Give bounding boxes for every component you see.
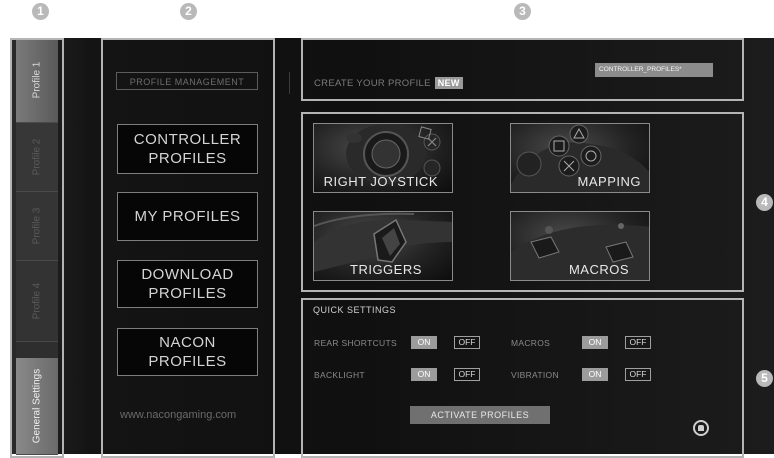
right-joystick-label: RIGHT JOYSTICK — [323, 174, 438, 189]
callout-3: 3 — [514, 3, 531, 20]
callout-4: 4 — [756, 194, 773, 211]
controller-profiles-button[interactable]: CONTROLLER PROFILES — [117, 124, 258, 174]
download-profiles-button[interactable]: DOWNLOAD PROFILES — [117, 260, 258, 308]
header-divider — [289, 72, 290, 94]
nacon-profiles-line1: NACON — [159, 334, 216, 351]
section-1-frame — [10, 38, 64, 458]
my-profiles-line1: MY PROFILES — [134, 208, 241, 225]
new-badge[interactable]: NEW — [434, 77, 463, 89]
mapping-tile[interactable]: MAPPING — [510, 123, 650, 193]
macros-label: MACROS — [568, 262, 629, 277]
home-icon[interactable] — [693, 420, 709, 436]
vibration-label: VIBRATION — [511, 370, 559, 380]
activate-profiles-button[interactable]: ACTIVATE PROFILES — [410, 406, 550, 424]
controller-profiles-line1: CONTROLLER — [133, 131, 242, 148]
my-profiles-button[interactable]: MY PROFILES — [117, 192, 258, 241]
download-profiles-line2: PROFILES — [148, 285, 227, 302]
quick-settings-title: QUICK SETTINGS — [313, 305, 397, 315]
nacon-profiles-button[interactable]: NACON PROFILES — [117, 328, 258, 376]
backlight-label: BACKLIGHT — [314, 370, 365, 380]
macros-setting-label: MACROS — [511, 338, 551, 348]
right-joystick-tile[interactable]: RIGHT JOYSTICK — [313, 123, 453, 193]
callout-5: 5 — [756, 370, 773, 387]
rear-shortcuts-on-toggle[interactable]: ON — [411, 336, 437, 349]
callout-2: 2 — [180, 3, 197, 20]
rear-shortcuts-label: REAR SHORTCUTS — [314, 338, 397, 348]
download-profiles-line1: DOWNLOAD — [141, 266, 234, 283]
rear-shortcuts-off-toggle[interactable]: OFF — [454, 336, 480, 349]
triggers-tile[interactable]: TRIGGERS — [313, 211, 453, 281]
website-link[interactable]: www.nacongaming.com — [120, 409, 236, 421]
macros-on-toggle[interactable]: ON — [582, 336, 608, 349]
profile-management-heading: PROFILE MANAGEMENT — [116, 72, 258, 90]
create-profile-label: CREATE YOUR PROFILE — [314, 78, 431, 89]
macros-off-toggle[interactable]: OFF — [625, 336, 651, 349]
section-2-frame — [101, 38, 275, 458]
nacon-profiles-line2: PROFILES — [148, 353, 227, 370]
controller-profiles-line2: PROFILES — [148, 150, 227, 167]
backlight-off-toggle[interactable]: OFF — [454, 368, 480, 381]
macros-tile[interactable]: MACROS — [510, 211, 650, 281]
callout-1: 1 — [32, 3, 49, 20]
profile-select[interactable]: CONTROLLER_PROFILES* — [595, 63, 713, 77]
vibration-off-toggle[interactable]: OFF — [625, 368, 651, 381]
create-profile-row[interactable]: CREATE YOUR PROFILE NEW — [314, 77, 463, 89]
triggers-label: TRIGGERS — [350, 262, 422, 277]
mapping-label: MAPPING — [577, 174, 641, 189]
vibration-on-toggle[interactable]: ON — [582, 368, 608, 381]
backlight-on-toggle[interactable]: ON — [411, 368, 437, 381]
